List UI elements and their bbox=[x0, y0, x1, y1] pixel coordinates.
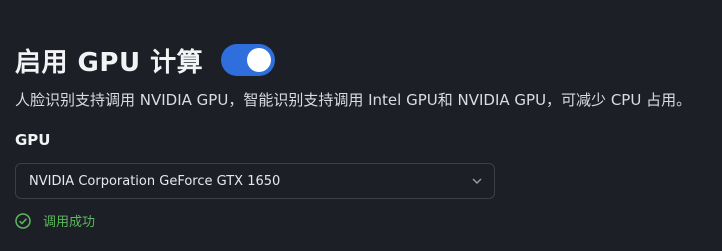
gpu-compute-toggle[interactable] bbox=[221, 44, 276, 76]
page-title: 启用 GPU 计算 bbox=[15, 47, 204, 78]
check-circle-icon bbox=[15, 212, 31, 229]
gpu-compute-header: 启用 GPU 计算 bbox=[15, 40, 276, 80]
gpu-section-label: GPU bbox=[15, 131, 51, 149]
chevron-down-icon bbox=[472, 178, 482, 184]
gpu-select-value: NVIDIA Corporation GeForce GTX 1650 bbox=[29, 173, 281, 189]
gpu-status: 调用成功 bbox=[15, 211, 95, 230]
gpu-select[interactable]: NVIDIA Corporation GeForce GTX 1650 bbox=[15, 163, 495, 199]
gpu-description: 人脸识别支持调用 NVIDIA GPU，智能识别支持调用 Intel GPU和 … bbox=[15, 91, 692, 109]
toggle-knob bbox=[247, 48, 272, 72]
gpu-status-text: 调用成功 bbox=[43, 215, 96, 230]
